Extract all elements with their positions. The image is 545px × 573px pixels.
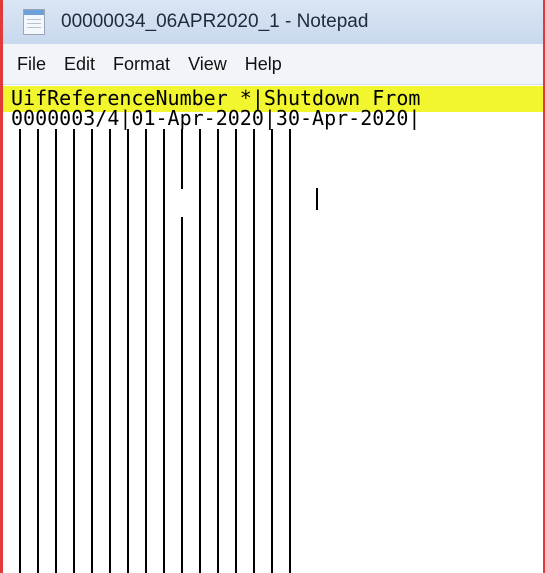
text-caret bbox=[316, 188, 318, 210]
pipe-column bbox=[145, 129, 147, 573]
pipe-column-gap bbox=[173, 189, 195, 217]
pipe-column bbox=[271, 129, 273, 573]
pipe-column bbox=[289, 129, 291, 573]
menu-help[interactable]: Help bbox=[236, 54, 291, 75]
text-editor-area[interactable]: UifReferenceNumber *|Shutdown From 00000… bbox=[3, 85, 543, 573]
notepad-icon bbox=[23, 9, 45, 35]
pipe-column bbox=[19, 129, 21, 573]
pipe-column bbox=[253, 129, 255, 573]
pipe-column bbox=[55, 129, 57, 573]
pipe-column bbox=[217, 129, 219, 573]
pipe-column bbox=[127, 129, 129, 573]
pipe-column bbox=[109, 129, 111, 573]
pipe-column bbox=[199, 129, 201, 573]
window-title: 00000034_06APR2020_1 - Notepad bbox=[61, 11, 369, 32]
pipe-column bbox=[73, 129, 75, 573]
menu-view[interactable]: View bbox=[179, 54, 236, 75]
menu-file[interactable]: File bbox=[3, 54, 55, 75]
pipe-column bbox=[91, 129, 93, 573]
text-line-record: 0000003/4|01-Apr-2020|30-Apr-2020| bbox=[11, 106, 421, 130]
menu-edit[interactable]: Edit bbox=[55, 54, 104, 75]
pipe-column bbox=[163, 129, 165, 573]
pipe-column bbox=[37, 129, 39, 573]
pipe-columns bbox=[3, 129, 323, 573]
text-line-header: UifReferenceNumber *|Shutdown From bbox=[11, 86, 421, 110]
title-bar[interactable]: 00000034_06APR2020_1 - Notepad bbox=[3, 0, 543, 44]
menu-bar: File Edit Format View Help bbox=[3, 44, 543, 85]
menu-format[interactable]: Format bbox=[104, 54, 179, 75]
pipe-column bbox=[235, 129, 237, 573]
